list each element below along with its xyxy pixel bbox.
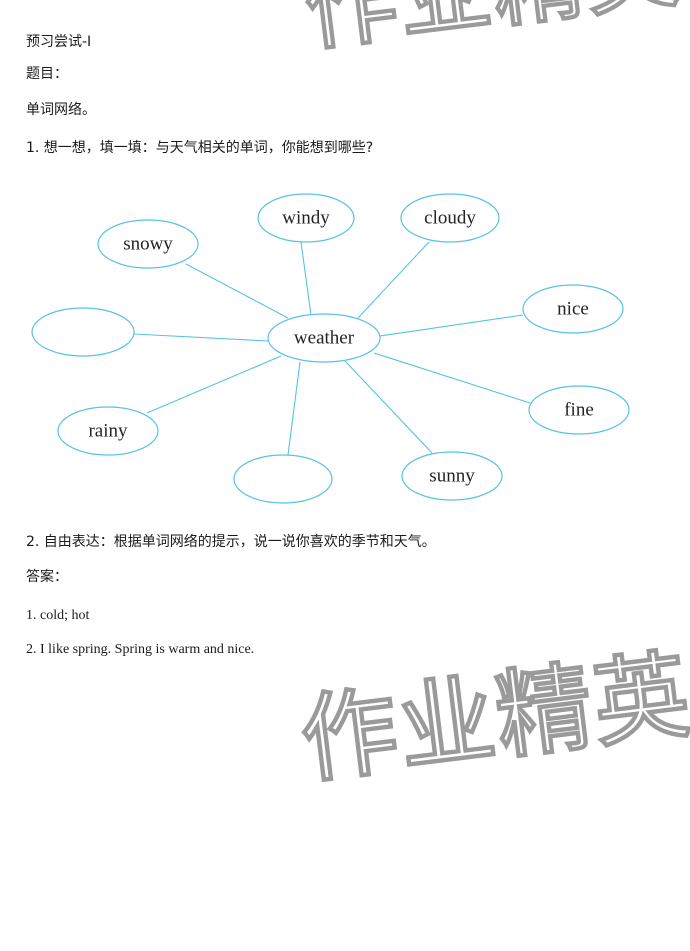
web-edge-weather-to-nice xyxy=(379,314,524,337)
web-edge-weather-to-windy xyxy=(300,241,312,316)
web-node-label: fine xyxy=(564,399,594,420)
web-node-ellipse xyxy=(31,307,135,357)
word-web-nodes: weather snowy windy cloudy nice fine sunny rain… xyxy=(31,193,630,504)
web-edge-weather-to-fine xyxy=(373,352,531,404)
web-node-sunny[interactable]: sunny xyxy=(401,451,503,501)
web-node-label: sunny xyxy=(429,465,475,486)
web-edge-weather-to-blank-bottom xyxy=(287,361,301,456)
web-edge-weather-to-snowy xyxy=(185,263,289,319)
topic-text: 单词网络。 xyxy=(26,102,96,118)
web-node-weather[interactable]: weather xyxy=(267,313,381,363)
web-node-label: weather xyxy=(294,327,355,348)
watermark-top: 作业精英 xyxy=(298,0,686,65)
web-node-label: rainy xyxy=(88,420,128,441)
worksheet-page: 作业精英 作业精英 预习尝试-I 题目： 单词网络。 1. 想一想，填一填：与天… xyxy=(0,0,690,951)
answer-label: 答案： xyxy=(26,569,68,585)
word-web-diagram: weather snowy windy cloudy nice fine sunny rain… xyxy=(0,170,690,530)
web-node-blank-left[interactable] xyxy=(31,307,135,357)
web-node-fine[interactable]: fine xyxy=(528,385,630,435)
answer-2-text: 2. I like spring. Spring is warm and nic… xyxy=(26,642,255,657)
web-node-label: windy xyxy=(282,207,330,228)
web-node-nice[interactable]: nice xyxy=(522,284,624,334)
web-edge-weather-to-cloudy xyxy=(357,241,430,319)
web-node-windy[interactable]: windy xyxy=(257,193,355,243)
question-label: 题目： xyxy=(26,66,68,82)
web-node-cloudy[interactable]: cloudy xyxy=(400,193,500,243)
watermark-bottom: 作业精英 xyxy=(294,638,690,798)
web-node-label: snowy xyxy=(123,233,173,254)
web-edge-weather-to-rainy xyxy=(146,355,282,414)
question-2-text: 2. 自由表达：根据单词网络的提示，说一说你喜欢的季节和天气。 xyxy=(26,534,436,550)
answer-1-text: 1. cold; hot xyxy=(26,608,90,623)
web-node-rainy[interactable]: rainy xyxy=(57,406,159,456)
question-1-text: 1. 想一想，填一填：与天气相关的单词，你能想到哪些? xyxy=(26,140,374,156)
web-edge-weather-to-sunny xyxy=(344,360,433,454)
web-node-blank-bottom[interactable] xyxy=(233,454,333,504)
web-node-label: nice xyxy=(557,298,589,319)
page-title: 预习尝试-I xyxy=(26,34,92,50)
web-node-label: cloudy xyxy=(424,207,476,228)
web-node-snowy[interactable]: snowy xyxy=(97,219,199,269)
web-edge-weather-to-blank-left xyxy=(133,333,269,342)
web-node-ellipse xyxy=(233,454,333,504)
